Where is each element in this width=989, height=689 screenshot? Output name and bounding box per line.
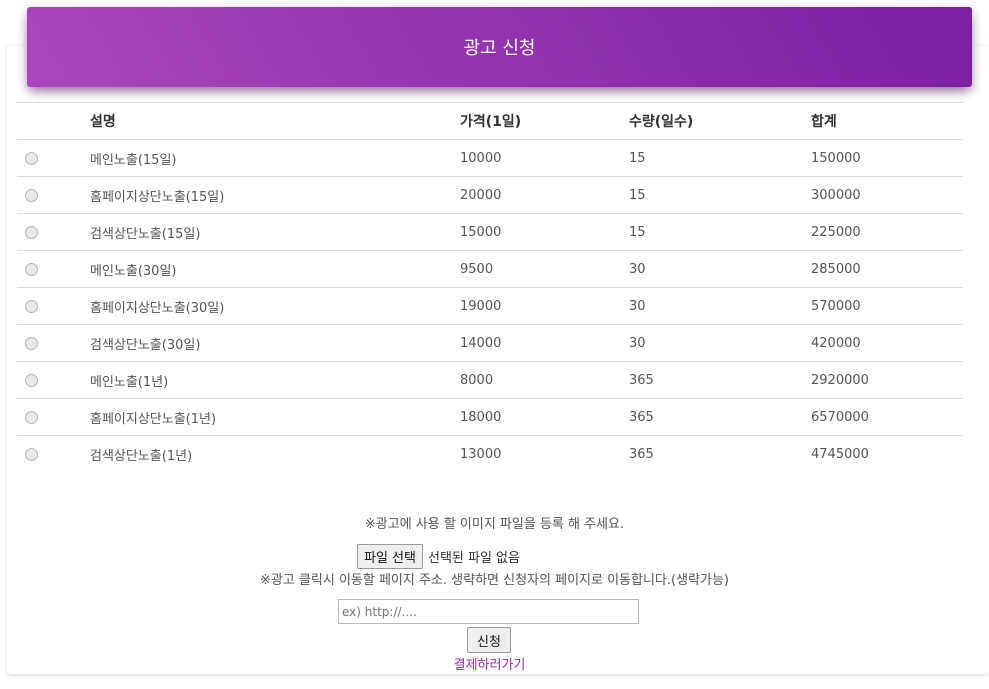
total-cell: 225000 bbox=[811, 213, 963, 251]
quantity-cell: 365 bbox=[629, 435, 811, 472]
table-row: 홈페이지상단노출(15일) 20000 15 300000 bbox=[17, 176, 963, 214]
total-cell: 420000 bbox=[811, 324, 963, 362]
quantity-cell: 30 bbox=[629, 250, 811, 288]
price-cell: 13000 bbox=[460, 435, 629, 472]
description-cell: 홈페이지상단노출(1년) bbox=[90, 398, 460, 436]
price-cell: 10000 bbox=[460, 139, 629, 177]
quantity-cell: 365 bbox=[629, 361, 811, 399]
option-radio[interactable] bbox=[25, 151, 38, 165]
row-select-cell bbox=[17, 287, 90, 325]
table-header-row: 설명 가격(1일) 수량(일수) 합계 bbox=[17, 102, 963, 140]
table-row: 메인노출(1년) 8000 365 2920000 bbox=[17, 361, 963, 399]
description-cell: 홈페이지상단노출(15일) bbox=[90, 176, 460, 214]
description-cell: 메인노출(1년) bbox=[90, 361, 460, 399]
url-input[interactable] bbox=[338, 599, 639, 624]
row-select-cell bbox=[17, 435, 90, 472]
quantity-cell: 15 bbox=[629, 213, 811, 251]
quantity-cell: 15 bbox=[629, 176, 811, 214]
table-row: 메인노출(15일) 10000 15 150000 bbox=[17, 139, 963, 177]
description-cell: 홈페이지상단노출(30일) bbox=[90, 287, 460, 325]
apply-button[interactable]: 신청 bbox=[467, 627, 511, 653]
column-header-price: 가격(1일) bbox=[460, 102, 629, 140]
ad-options-table: 설명 가격(1일) 수량(일수) 합계 메인노출(15일) 10000 15 1500… bbox=[17, 102, 963, 472]
option-radio[interactable] bbox=[25, 447, 38, 461]
page-title: 광고 신청 bbox=[463, 38, 536, 59]
row-select-cell bbox=[17, 250, 90, 288]
row-select-cell bbox=[17, 398, 90, 436]
description-cell: 검색상단노출(30일) bbox=[90, 324, 460, 362]
total-cell: 4745000 bbox=[811, 435, 963, 472]
file-upload-row: 파일 선택 선택된 파일 없음 bbox=[357, 544, 520, 569]
table-row: 메인노출(30일) 9500 30 285000 bbox=[17, 250, 963, 288]
total-cell: 150000 bbox=[811, 139, 963, 177]
table-row: 홈페이지상단노출(1년) 18000 365 6570000 bbox=[17, 398, 963, 436]
table-row: 검색상단노출(15일) 15000 15 225000 bbox=[17, 213, 963, 251]
price-cell: 19000 bbox=[460, 287, 629, 325]
row-select-cell bbox=[17, 139, 90, 177]
quantity-cell: 15 bbox=[629, 139, 811, 177]
option-radio[interactable] bbox=[25, 299, 38, 313]
page-header: 광고 신청 bbox=[27, 7, 972, 87]
column-header-description: 설명 bbox=[90, 102, 460, 140]
price-cell: 20000 bbox=[460, 176, 629, 214]
total-cell: 6570000 bbox=[811, 398, 963, 436]
quantity-cell: 30 bbox=[629, 287, 811, 325]
file-select-button[interactable]: 파일 선택 bbox=[357, 544, 423, 569]
price-cell: 8000 bbox=[460, 361, 629, 399]
table-row: 홈페이지상단노출(30일) 19000 30 570000 bbox=[17, 287, 963, 325]
select-column-header bbox=[17, 102, 90, 140]
column-header-quantity: 수량(일수) bbox=[629, 102, 811, 140]
image-upload-notice: ※광고에 사용 할 이미지 파일을 등록 해 주세요. bbox=[364, 517, 625, 532]
description-cell: 메인노출(30일) bbox=[90, 250, 460, 288]
price-cell: 14000 bbox=[460, 324, 629, 362]
option-radio[interactable] bbox=[25, 262, 38, 276]
table-row: 검색상단노출(1년) 13000 365 4745000 bbox=[17, 435, 963, 472]
pay-link[interactable]: 결제하러가기 bbox=[0, 654, 979, 673]
table-row: 검색상단노출(30일) 14000 30 420000 bbox=[17, 324, 963, 362]
price-cell: 15000 bbox=[460, 213, 629, 251]
total-cell: 2920000 bbox=[811, 361, 963, 399]
option-radio[interactable] bbox=[25, 410, 38, 424]
column-header-total: 합계 bbox=[811, 102, 963, 140]
option-radio[interactable] bbox=[25, 188, 38, 202]
quantity-cell: 30 bbox=[629, 324, 811, 362]
price-cell: 9500 bbox=[460, 250, 629, 288]
total-cell: 570000 bbox=[811, 287, 963, 325]
row-select-cell bbox=[17, 213, 90, 251]
total-cell: 285000 bbox=[811, 250, 963, 288]
description-cell: 메인노출(15일) bbox=[90, 139, 460, 177]
row-select-cell bbox=[17, 324, 90, 362]
option-radio[interactable] bbox=[25, 336, 38, 350]
option-radio[interactable] bbox=[25, 225, 38, 239]
description-cell: 검색상단노출(15일) bbox=[90, 213, 460, 251]
row-select-cell bbox=[17, 361, 90, 399]
option-radio[interactable] bbox=[25, 373, 38, 387]
total-cell: 300000 bbox=[811, 176, 963, 214]
row-select-cell bbox=[17, 176, 90, 214]
file-status-text: 선택된 파일 없음 bbox=[427, 551, 520, 566]
quantity-cell: 365 bbox=[629, 398, 811, 436]
price-cell: 18000 bbox=[460, 398, 629, 436]
description-cell: 검색상단노출(1년) bbox=[90, 435, 460, 472]
url-notice: ※광고 클릭시 이동할 페이지 주소. 생략하면 신청자의 페이지로 이동합니다… bbox=[260, 573, 729, 588]
